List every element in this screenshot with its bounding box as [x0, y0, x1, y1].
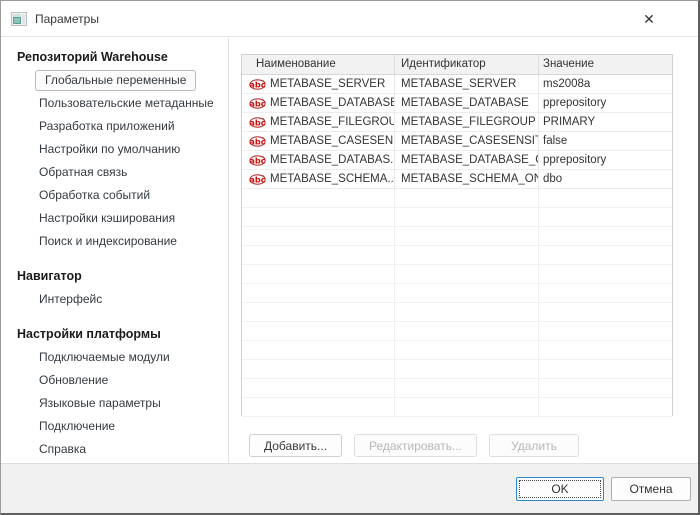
options-dialog: Параметры ✕ Репозиторий Warehouse Глобал…	[0, 0, 700, 515]
column-header-name[interactable]: Наименование	[242, 55, 395, 74]
variable-identifier: METABASE_CASESENSITIVE	[395, 132, 539, 150]
variable-name: METABASE_DATABASE	[270, 94, 395, 112]
sidebar-section-platform-settings: Настройки платформы	[1, 323, 228, 346]
cancel-button[interactable]: Отмена	[611, 477, 691, 501]
svg-text:abc: abc	[249, 155, 265, 165]
abc-string-type-icon: abc	[249, 173, 266, 186]
app-icon	[11, 11, 27, 27]
add-button[interactable]: Добавить...	[249, 434, 342, 457]
variable-value: dbo	[539, 170, 672, 188]
table-row[interactable]: abc METABASE_SERVER METABASE_SERVER ms200…	[242, 75, 672, 94]
sidebar-item-event-handling[interactable]: Обработка событий	[1, 184, 228, 207]
variable-value: PRIMARY	[539, 113, 672, 131]
abc-string-type-icon: abc	[249, 97, 266, 110]
column-divider	[538, 189, 539, 417]
sidebar-section-warehouse-repository: Репозиторий Warehouse	[1, 46, 228, 69]
variable-value: ms2008a	[539, 75, 672, 93]
table-header-row: Наименование Идентификатор Значение	[242, 55, 672, 75]
variable-identifier: METABASE_DATABASE	[395, 94, 539, 112]
abc-string-type-icon: abc	[249, 154, 266, 167]
variable-identifier: METABASE_SERVER	[395, 75, 539, 93]
ok-button[interactable]: OK	[516, 477, 604, 501]
sidebar-item-connection[interactable]: Подключение	[1, 415, 228, 438]
title-bar: Параметры ✕	[1, 1, 698, 37]
edit-button[interactable]: Редактировать...	[354, 434, 477, 457]
delete-button[interactable]: Удалить	[489, 434, 579, 457]
column-divider	[394, 189, 395, 417]
variable-name: METABASE_SERVER	[270, 75, 385, 93]
table-row[interactable]: abc METABASE_DATABASE METABASE_DATABASE p…	[242, 94, 672, 113]
abc-string-type-icon: abc	[249, 135, 266, 148]
svg-text:abc: abc	[249, 174, 265, 184]
sidebar-item-cache-settings[interactable]: Настройки кэширования	[1, 207, 228, 230]
sidebar-item-update[interactable]: Обновление	[1, 369, 228, 392]
sidebar-item-app-development[interactable]: Разработка приложений	[1, 115, 228, 138]
sidebar-item-plugins[interactable]: Подключаемые модули	[1, 346, 228, 369]
sidebar-item-help[interactable]: Справка	[1, 438, 228, 461]
dialog-body: Репозиторий Warehouse Глобальные перемен…	[1, 38, 698, 463]
sidebar-item-feedback[interactable]: Обратная связь	[1, 161, 228, 184]
column-header-value[interactable]: Значение	[539, 55, 672, 74]
empty-rows-area	[242, 189, 672, 417]
sidebar-item-global-variables[interactable]: Глобальные переменные	[1, 69, 228, 92]
table-row[interactable]: abc METABASE_FILEGROUP METABASE_FILEGROUP…	[242, 113, 672, 132]
svg-text:abc: abc	[249, 79, 265, 89]
abc-string-type-icon: abc	[249, 78, 266, 91]
close-icon[interactable]: ✕	[634, 7, 664, 31]
abc-string-type-icon: abc	[249, 116, 266, 129]
dialog-footer: OK Отмена	[1, 463, 698, 513]
sidebar-section-navigator: Навигатор	[1, 265, 228, 288]
variable-name: METABASE_CASESEN...	[270, 132, 395, 150]
variable-name: METABASE_DATABAS...	[270, 151, 395, 169]
categories-sidebar: Репозиторий Warehouse Глобальные перемен…	[1, 38, 229, 463]
variables-panel: Наименование Идентификатор Значение abc M…	[230, 38, 698, 463]
variable-value: pprepository	[539, 94, 672, 112]
column-header-identifier[interactable]: Идентификатор	[395, 55, 539, 74]
variable-identifier: METABASE_SCHEMA_ONLY	[395, 170, 539, 188]
table-actions: Добавить... Редактировать... Удалить	[249, 434, 579, 457]
sidebar-item-default-settings[interactable]: Настройки по умолчанию	[1, 138, 228, 161]
table-row[interactable]: abc METABASE_DATABAS... METABASE_DATABASE…	[242, 151, 672, 170]
svg-text:abc: abc	[249, 136, 265, 146]
sidebar-item-language-settings[interactable]: Языковые параметры	[1, 392, 228, 415]
table-row[interactable]: abc METABASE_CASESEN... METABASE_CASESENS…	[242, 132, 672, 151]
variable-value: false	[539, 132, 672, 150]
variable-identifier: METABASE_FILEGROUP	[395, 113, 539, 131]
table-row[interactable]: abc METABASE_SCHEMA... METABASE_SCHEMA_ON…	[242, 170, 672, 189]
window-title: Параметры	[35, 12, 99, 26]
variable-identifier: METABASE_DATABASE_O...	[395, 151, 539, 169]
svg-text:abc: abc	[249, 117, 265, 127]
variable-name: METABASE_SCHEMA...	[270, 170, 395, 188]
sidebar-item-search-indexing[interactable]: Поиск и индексирование	[1, 230, 228, 253]
variable-name: METABASE_FILEGROUP	[270, 113, 395, 131]
sidebar-item-interface[interactable]: Интерфейс	[1, 288, 228, 311]
sidebar-item-user-metadata[interactable]: Пользовательские метаданные	[1, 92, 228, 115]
svg-text:abc: abc	[249, 98, 265, 108]
variables-table: Наименование Идентификатор Значение abc M…	[241, 54, 673, 416]
variable-value: pprepository	[539, 151, 672, 169]
